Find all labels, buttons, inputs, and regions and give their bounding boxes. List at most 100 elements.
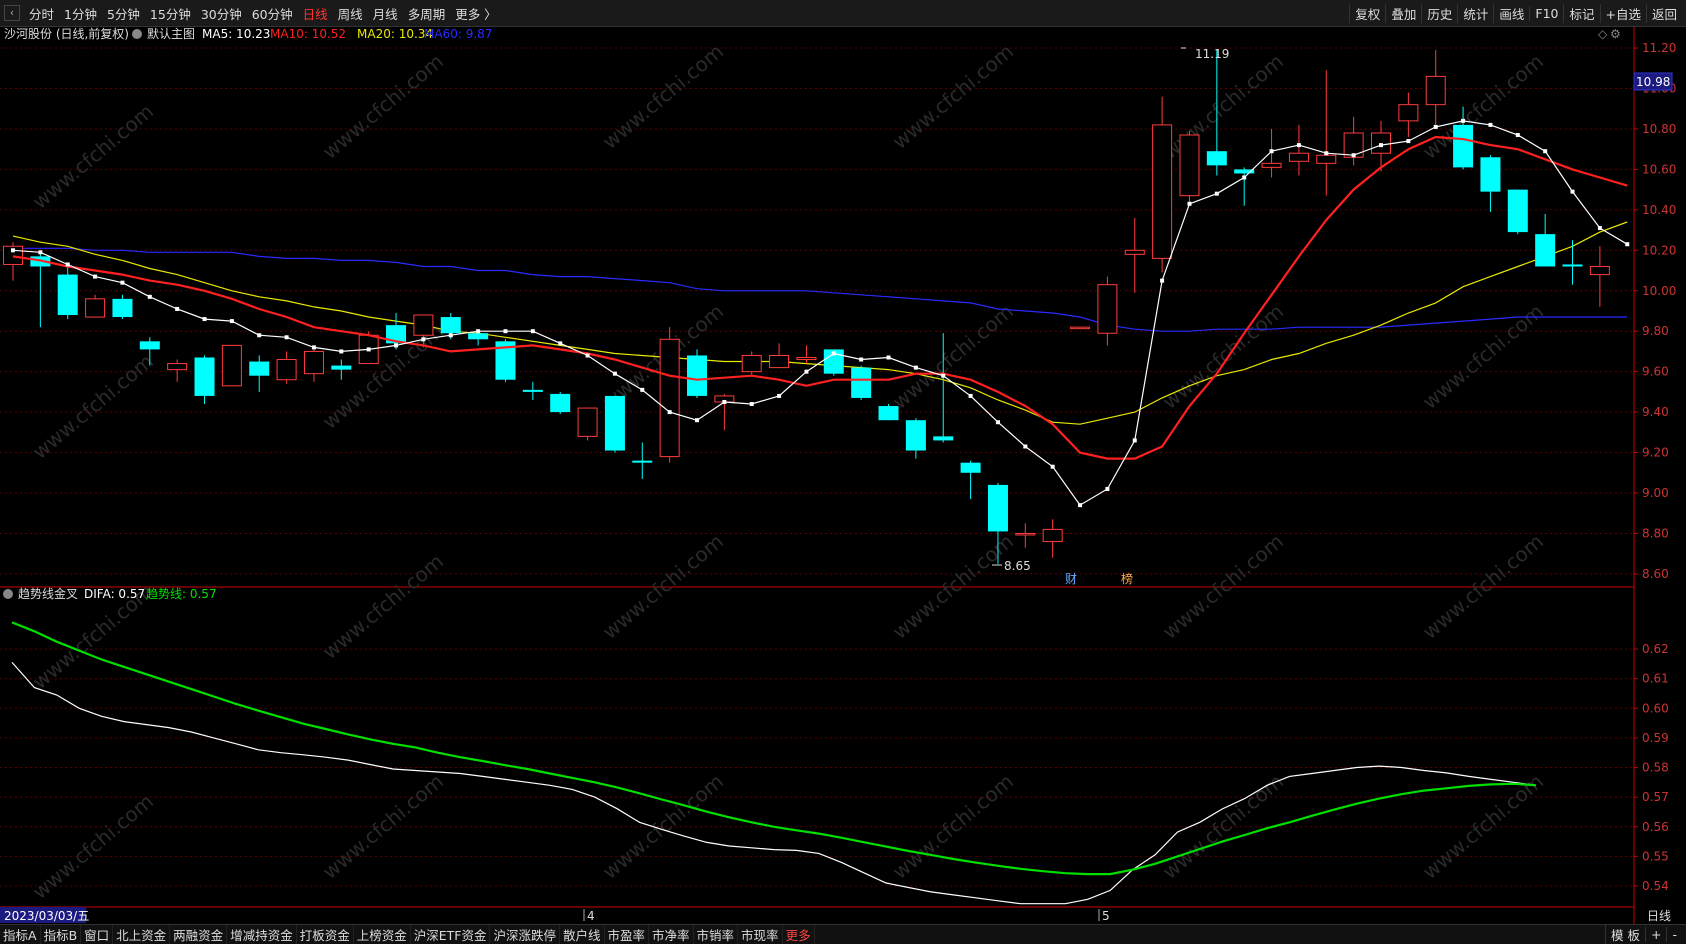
candle-body — [1124, 249, 1145, 255]
bottom-right-controls: 模 板 + - — [1605, 925, 1682, 944]
candle-body — [1562, 264, 1583, 267]
price-tick-label: 9.40 — [1642, 405, 1669, 419]
price-tick-label: 9.00 — [1642, 486, 1669, 500]
ma5-point — [995, 420, 1000, 425]
bottom-tab[interactable]: 窗口 — [81, 925, 114, 944]
indicator-tick-label: 0.54 — [1642, 879, 1669, 893]
settings-icon[interactable]: ⚙ — [1610, 27, 1621, 41]
ma5-point — [284, 335, 289, 340]
candle-body — [1179, 134, 1200, 197]
bottom-tab[interactable]: 散户线 — [560, 925, 605, 944]
period-label[interactable]: 日线 — [1647, 909, 1671, 923]
ma5-point — [1187, 201, 1192, 206]
ma5-point — [695, 418, 699, 423]
ma10-label: MA10: 10.52 — [270, 27, 346, 41]
ma5-point — [1132, 438, 1137, 443]
bottom-tab[interactable]: 市销率 — [694, 925, 739, 944]
watermark-text: www.cfchi.com — [888, 529, 1018, 644]
candles — [3, 50, 1610, 564]
watermark-text: www.cfchi.com — [1418, 529, 1548, 644]
ma60-line — [13, 247, 1628, 332]
ma5-point — [147, 294, 152, 299]
bottom-control[interactable]: 模 板 — [1605, 925, 1645, 944]
bottom-tab[interactable]: 上榜资金 — [354, 925, 411, 944]
bottom-tab[interactable]: 增减持资金 — [227, 925, 297, 944]
bottom-tab[interactable]: 指标B — [41, 925, 82, 944]
indicator-tick-label: 0.58 — [1642, 761, 1669, 775]
candle-body — [1206, 151, 1227, 166]
ma5-point — [421, 337, 426, 342]
bottom-tab[interactable]: 打板资金 — [297, 925, 354, 944]
candle-body — [249, 361, 270, 376]
ma10-path — [12, 135, 1628, 460]
ma5-point — [1379, 143, 1383, 148]
candle-body — [577, 407, 598, 437]
candle-body — [1425, 75, 1446, 106]
candle-body — [1507, 189, 1528, 233]
ma20-path — [12, 221, 1628, 425]
price-tick-label: 10.80 — [1642, 122, 1676, 136]
watermark-text: www.cfchi.com — [888, 39, 1018, 154]
ma5-point — [886, 355, 891, 360]
billboard-marker[interactable]: 榜 — [1121, 571, 1133, 586]
ma5-point — [1078, 503, 1083, 508]
indicator-name[interactable]: 趋势线金叉 — [18, 586, 78, 601]
price-tick-label: 10.20 — [1642, 243, 1676, 257]
high-label: 11.19 — [1195, 47, 1229, 61]
candle-body — [331, 365, 352, 370]
bottom-tab[interactable]: 沪深涨跌停 — [490, 925, 560, 944]
candle-body — [1480, 157, 1501, 192]
template-toggle-icon[interactable] — [132, 29, 142, 39]
bottom-control[interactable]: + — [1645, 927, 1666, 942]
indicator-lines — [11, 621, 1537, 905]
indicator-toggle-icon[interactable] — [3, 589, 13, 599]
candle-body — [960, 462, 981, 473]
ma5-point — [11, 248, 15, 253]
bottom-tab[interactable]: 北上资金 — [113, 925, 171, 944]
ma5-point — [749, 402, 754, 407]
watermark-text: www.cfchi.com — [1158, 49, 1288, 164]
watermark-text: www.cfchi.com — [598, 769, 728, 884]
candle-body — [659, 338, 680, 458]
ma5-point — [229, 319, 234, 324]
low-label: 8.65 — [1004, 559, 1031, 573]
watermark-text: www.cfchi.com — [318, 319, 448, 434]
bottom-tab[interactable]: 市现率 — [738, 925, 783, 944]
watermark-text: www.cfchi.com — [1158, 529, 1288, 644]
diamond-icon[interactable]: ◇ — [1598, 27, 1608, 41]
candle-body — [905, 420, 926, 451]
ma5-point — [1515, 133, 1520, 138]
template-label[interactable]: 默认主图 — [147, 26, 195, 41]
ma5-point — [394, 343, 399, 348]
ma5-point — [1351, 153, 1356, 158]
candle-body — [796, 356, 817, 361]
ma5-point — [1242, 175, 1247, 180]
watermark-text: www.cfchi.com — [28, 349, 158, 464]
bottom-control[interactable]: - — [1666, 927, 1682, 942]
price-tick-label: 10.60 — [1642, 162, 1676, 176]
ma5-point — [1543, 149, 1548, 154]
bottom-tab[interactable]: 市净率 — [649, 925, 694, 944]
kline-chart[interactable]: www.cfchi.com www.cfchi.com www.cfchi.com w… — [0, 0, 1686, 924]
ma5-point — [1105, 486, 1110, 491]
bottom-tab[interactable]: 指标A — [0, 925, 41, 944]
ma5-point — [1625, 242, 1630, 247]
ma5-point — [612, 371, 617, 376]
finance-marker[interactable]: 财 — [1065, 572, 1077, 586]
ma20-label: MA20: 10.34 — [357, 27, 433, 41]
candle-body — [194, 357, 215, 396]
indicator-tick-label: 0.57 — [1642, 790, 1669, 804]
bottom-tab[interactable]: 市盈率 — [605, 925, 650, 944]
candle-body — [85, 298, 106, 318]
bottom-tab[interactable]: 更多 — [783, 925, 815, 944]
candle-body — [933, 436, 954, 441]
ma5-point — [530, 329, 535, 334]
candle-body — [604, 395, 625, 451]
watermark-text: www.cfchi.com — [318, 549, 448, 664]
bottom-tab[interactable]: 两融资金 — [170, 925, 228, 944]
bottom-tab[interactable]: 沪深ETF资金 — [411, 925, 491, 944]
ma5-point — [257, 333, 262, 338]
watermark-text: www.cfchi.com — [1418, 299, 1548, 414]
ma5-point — [476, 329, 481, 334]
indicator-tick-label: 0.60 — [1642, 701, 1669, 715]
